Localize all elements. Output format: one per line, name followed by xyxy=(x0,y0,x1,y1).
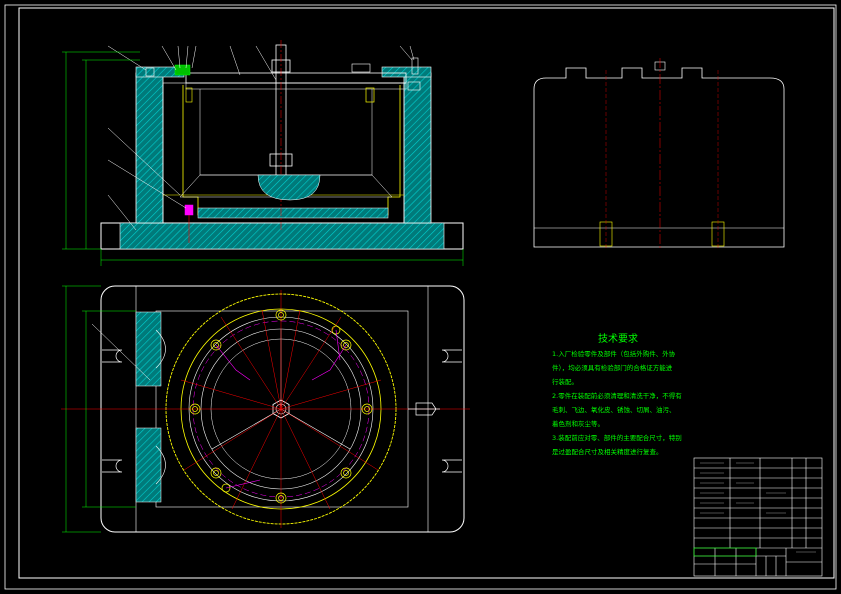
plan-view xyxy=(61,285,470,533)
right-wall xyxy=(403,72,432,224)
notes-line: 是过盈配合尺寸及相关精度进行复查。 xyxy=(552,448,663,456)
notes-line: 3.装配前应对零、部件的主要配合尺寸，特别 xyxy=(552,434,682,442)
notes-line: 行装配。 xyxy=(552,378,578,386)
side-view xyxy=(533,58,785,250)
notes-line: 1.入厂检验零件及部件（包括外购件、外协 xyxy=(552,350,676,358)
notes-line: 件），均必须具有检验部门的合格证方能进 xyxy=(552,364,673,372)
title-block-fill-marks xyxy=(700,462,816,553)
title-block xyxy=(693,457,823,577)
left-wall xyxy=(135,72,164,224)
notes-line: 着色剂和灰尘等。 xyxy=(552,420,604,428)
notes-title: 技术要求 xyxy=(598,334,638,345)
top-cover-plate xyxy=(185,72,407,84)
front-section-view xyxy=(62,40,464,266)
cad-drawing-sheet xyxy=(4,4,837,590)
notes-line: 2.零件在装配前必须清理和清洗干净，不得有 xyxy=(552,392,682,400)
notes-line: 毛刺、飞边、氧化皮、锈蚀、切屑、油污、 xyxy=(552,406,676,414)
